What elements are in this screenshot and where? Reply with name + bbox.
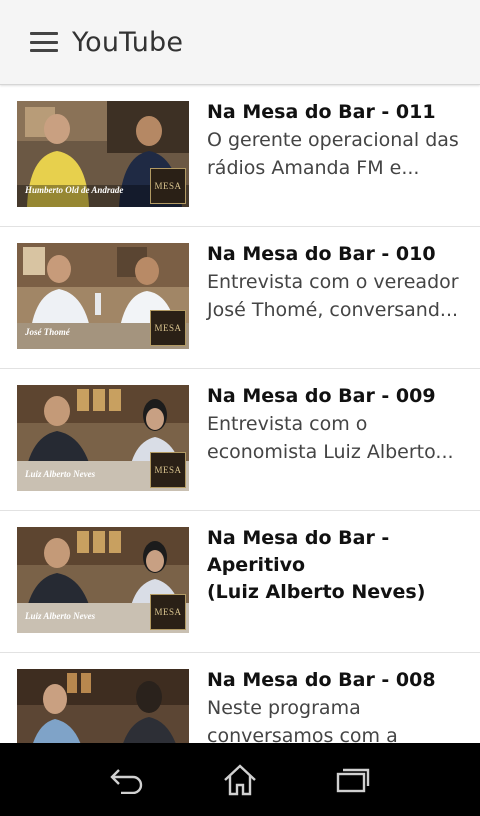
thumbnail-caption: Humberto Old de Andrade (25, 185, 124, 195)
video-title[interactable]: Na Mesa do Bar - 011 (207, 99, 465, 126)
show-logo: MESA (150, 452, 186, 488)
video-title-line[interactable]: (Luiz Alberto Neves) (207, 579, 465, 606)
video-thumbnail[interactable]: Luiz Alberto Neves MESA (17, 527, 189, 633)
thumbnail-caption: José Thomé (25, 327, 70, 337)
thumbnail-caption: Luiz Alberto Neves (25, 611, 96, 621)
video-list[interactable]: Humberto Old de Andrade MESA Na Mesa do … (0, 85, 480, 743)
video-item[interactable]: Luiz Alberto Neves MESA Na Mesa do Bar -… (0, 511, 480, 653)
thumbnail-caption: Luiz Alberto Neves (25, 469, 96, 479)
video-title[interactable]: Na Mesa do Bar - 010 (207, 241, 465, 268)
video-thumbnail[interactable]: Humberto Old de Andrade MESA (17, 101, 189, 207)
video-title-line[interactable]: Na Mesa do Bar - Aperitivo (207, 525, 465, 579)
video-description-line: O gerente operacional das (207, 129, 459, 151)
video-thumbnail[interactable]: Luiz Alberto Neves MESA (17, 385, 189, 491)
show-logo: MESA (150, 168, 186, 204)
video-thumbnail[interactable]: José Thomé MESA (17, 243, 189, 349)
show-logo: MESA (150, 594, 186, 630)
video-item[interactable]: José Thomé MESA Na Mesa do Bar - 010 Ent… (0, 227, 480, 369)
thumbnail-scene (17, 669, 189, 743)
video-title[interactable]: Na Mesa do Bar - 009 (207, 383, 465, 410)
video-description-line: José Thomé, conversand... (207, 299, 459, 321)
system-navigation-bar (0, 743, 480, 816)
recent-apps-icon[interactable] (331, 758, 375, 802)
video-item[interactable]: Luiz Alberto Neves MESA Na Mesa do Bar -… (0, 369, 480, 511)
video-item[interactable]: Na Mesa do Bar - 008 Neste programa conv… (0, 653, 480, 743)
video-item[interactable]: Humberto Old de Andrade MESA Na Mesa do … (0, 85, 480, 227)
home-icon[interactable] (218, 758, 262, 802)
video-description-line: economista Luiz Alberto... (207, 441, 454, 463)
show-logo: MESA (150, 310, 186, 346)
video-thumbnail[interactable] (17, 669, 189, 743)
video-description-line: Entrevista com o (207, 413, 368, 435)
video-description-line: conversamos com a (207, 725, 398, 743)
video-description-line: Entrevista com o vereador (207, 271, 459, 293)
video-description-line: Neste programa (207, 697, 361, 719)
hamburger-menu-icon[interactable] (30, 32, 58, 52)
video-title[interactable]: Na Mesa do Bar - 008 (207, 667, 465, 694)
video-description-line: rádios Amanda FM e... (207, 157, 420, 179)
app-title: YouTube (72, 26, 184, 58)
back-icon[interactable] (105, 758, 149, 802)
app-bar: YouTube (0, 0, 480, 85)
